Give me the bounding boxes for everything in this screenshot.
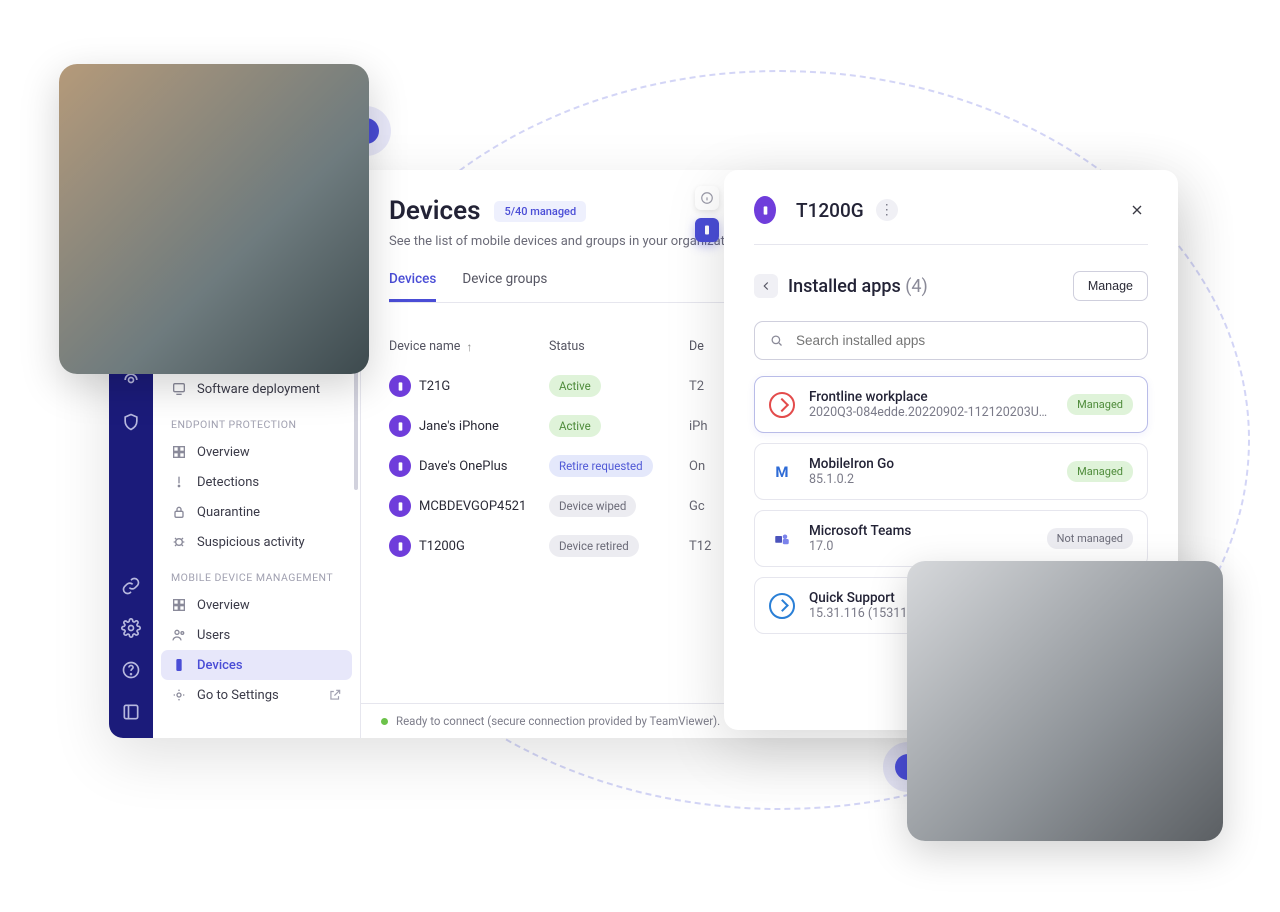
bug-icon	[171, 534, 187, 550]
app-name: MobileIron Go	[809, 456, 1053, 472]
app-state-badge: Managed	[1067, 461, 1133, 482]
sidebar-item-label: Go to Settings	[197, 688, 279, 703]
device-chip[interactable]	[695, 218, 719, 242]
grid-icon	[171, 444, 187, 460]
app-icon	[769, 392, 795, 418]
tab-device-groups[interactable]: Device groups	[462, 271, 547, 302]
page-title: Devices	[389, 196, 480, 226]
more-menu-button[interactable]: ⋮	[876, 199, 898, 221]
sidebar-scrollbar[interactable]	[354, 370, 358, 490]
device-name: Jane's iPhone	[419, 419, 499, 434]
manage-button[interactable]: Manage	[1073, 271, 1148, 301]
panel-device-name: T1200G	[796, 199, 864, 222]
status-badge: Active	[549, 415, 601, 437]
app-icon	[769, 526, 795, 552]
sidebar-item-label: Overview	[197, 445, 250, 460]
sidebar-section-mdm: MOBILE DEVICE MANAGEMENT	[161, 557, 352, 590]
column-header-status[interactable]: Status	[549, 339, 689, 354]
info-chip[interactable]	[695, 186, 719, 210]
rail-help-icon[interactable]	[121, 660, 141, 680]
hero-photo-bottom	[907, 561, 1223, 841]
grid-icon	[171, 597, 187, 613]
status-badge: Retire requested	[549, 455, 653, 477]
hero-photo-top	[59, 64, 369, 374]
column-header-name[interactable]: Device name ↑	[389, 339, 549, 354]
panel-section-title: Installed apps (4)	[788, 276, 928, 297]
status-dot-icon	[381, 718, 388, 725]
sidebar-item-suspicious[interactable]: Suspicious activity	[161, 527, 352, 557]
device-name: T1200G	[419, 539, 465, 554]
app-icon	[769, 593, 795, 619]
sidebar-item-label: Devices	[197, 658, 243, 673]
alert-icon	[171, 474, 187, 490]
search-icon	[769, 333, 784, 348]
app-card[interactable]: Frontline workplace2020Q3-084edde.202209…	[754, 376, 1148, 433]
tab-devices[interactable]: Devices	[389, 271, 436, 302]
app-name: Frontline workplace	[809, 389, 1053, 405]
phone-icon	[171, 657, 187, 673]
status-badge: Device wiped	[549, 495, 636, 517]
app-version: 2020Q3-084edde.20220902-112120203UAAI…	[809, 405, 1053, 420]
status-badge: Active	[549, 375, 601, 397]
users-icon	[171, 627, 187, 643]
device-name: Dave's OnePlus	[419, 459, 507, 474]
status-badge: Device retired	[549, 535, 639, 557]
phone-icon	[389, 415, 411, 437]
sidebar-item-label: Overview	[197, 598, 250, 613]
sidebar-item-ep-overview[interactable]: Overview	[161, 437, 352, 467]
sort-asc-icon: ↑	[466, 340, 472, 354]
app-name: Microsoft Teams	[809, 523, 1033, 539]
search-input[interactable]	[794, 332, 1133, 349]
app-state-badge: Not managed	[1047, 528, 1133, 549]
phone-icon	[389, 455, 411, 477]
app-version: 85.1.0.2	[809, 472, 1053, 487]
sidebar-item-devices[interactable]: Devices	[161, 650, 352, 680]
sidebar-item-label: Suspicious activity	[197, 535, 305, 550]
sidebar-item-users[interactable]: Users	[161, 620, 352, 650]
side-chip-column	[695, 186, 719, 242]
app-card[interactable]: Microsoft Teams17.0 Not managed	[754, 510, 1148, 567]
sidebar-section-endpoint: ENDPOINT PROTECTION	[161, 404, 352, 437]
phone-icon	[389, 375, 411, 397]
close-button[interactable]	[1126, 199, 1148, 221]
external-icon	[328, 688, 342, 702]
sidebar-item-software-deployment[interactable]: Software deployment	[161, 374, 352, 404]
rail-expand-icon[interactable]	[121, 702, 141, 722]
managed-count-badge: 5/40 managed	[494, 201, 586, 222]
phone-icon	[389, 495, 411, 517]
back-button[interactable]	[754, 274, 778, 298]
lock-icon	[171, 504, 187, 520]
sidebar-item-label: Quarantine	[197, 505, 260, 520]
app-version: 17.0	[809, 539, 1033, 554]
device-name: MCBDEVGOP4521	[419, 499, 526, 514]
phone-icon	[754, 196, 776, 224]
deploy-icon	[171, 381, 187, 397]
app-card[interactable]: M MobileIron Go85.1.0.2 Managed	[754, 443, 1148, 500]
sidebar-item-label: Software deployment	[197, 382, 320, 397]
rail-shield-icon[interactable]	[121, 412, 141, 432]
sidebar-item-go-to-settings[interactable]: Go to Settings	[161, 680, 352, 710]
app-icon: M	[769, 459, 795, 485]
sidebar-item-label: Users	[197, 628, 230, 643]
phone-icon	[389, 535, 411, 557]
sidebar-item-detections[interactable]: Detections	[161, 467, 352, 497]
sidebar-item-quarantine[interactable]: Quarantine	[161, 497, 352, 527]
status-text: Ready to connect (secure connection prov…	[396, 714, 720, 728]
rail-settings-icon[interactable]	[121, 618, 141, 638]
sidebar-item-mdm-overview[interactable]: Overview	[161, 590, 352, 620]
device-name: T21G	[419, 379, 450, 394]
settings-icon	[171, 687, 187, 703]
search-input-wrapper[interactable]	[754, 321, 1148, 360]
app-state-badge: Managed	[1067, 394, 1133, 415]
sidebar-item-label: Detections	[197, 475, 259, 490]
rail-link-icon[interactable]	[121, 576, 141, 596]
